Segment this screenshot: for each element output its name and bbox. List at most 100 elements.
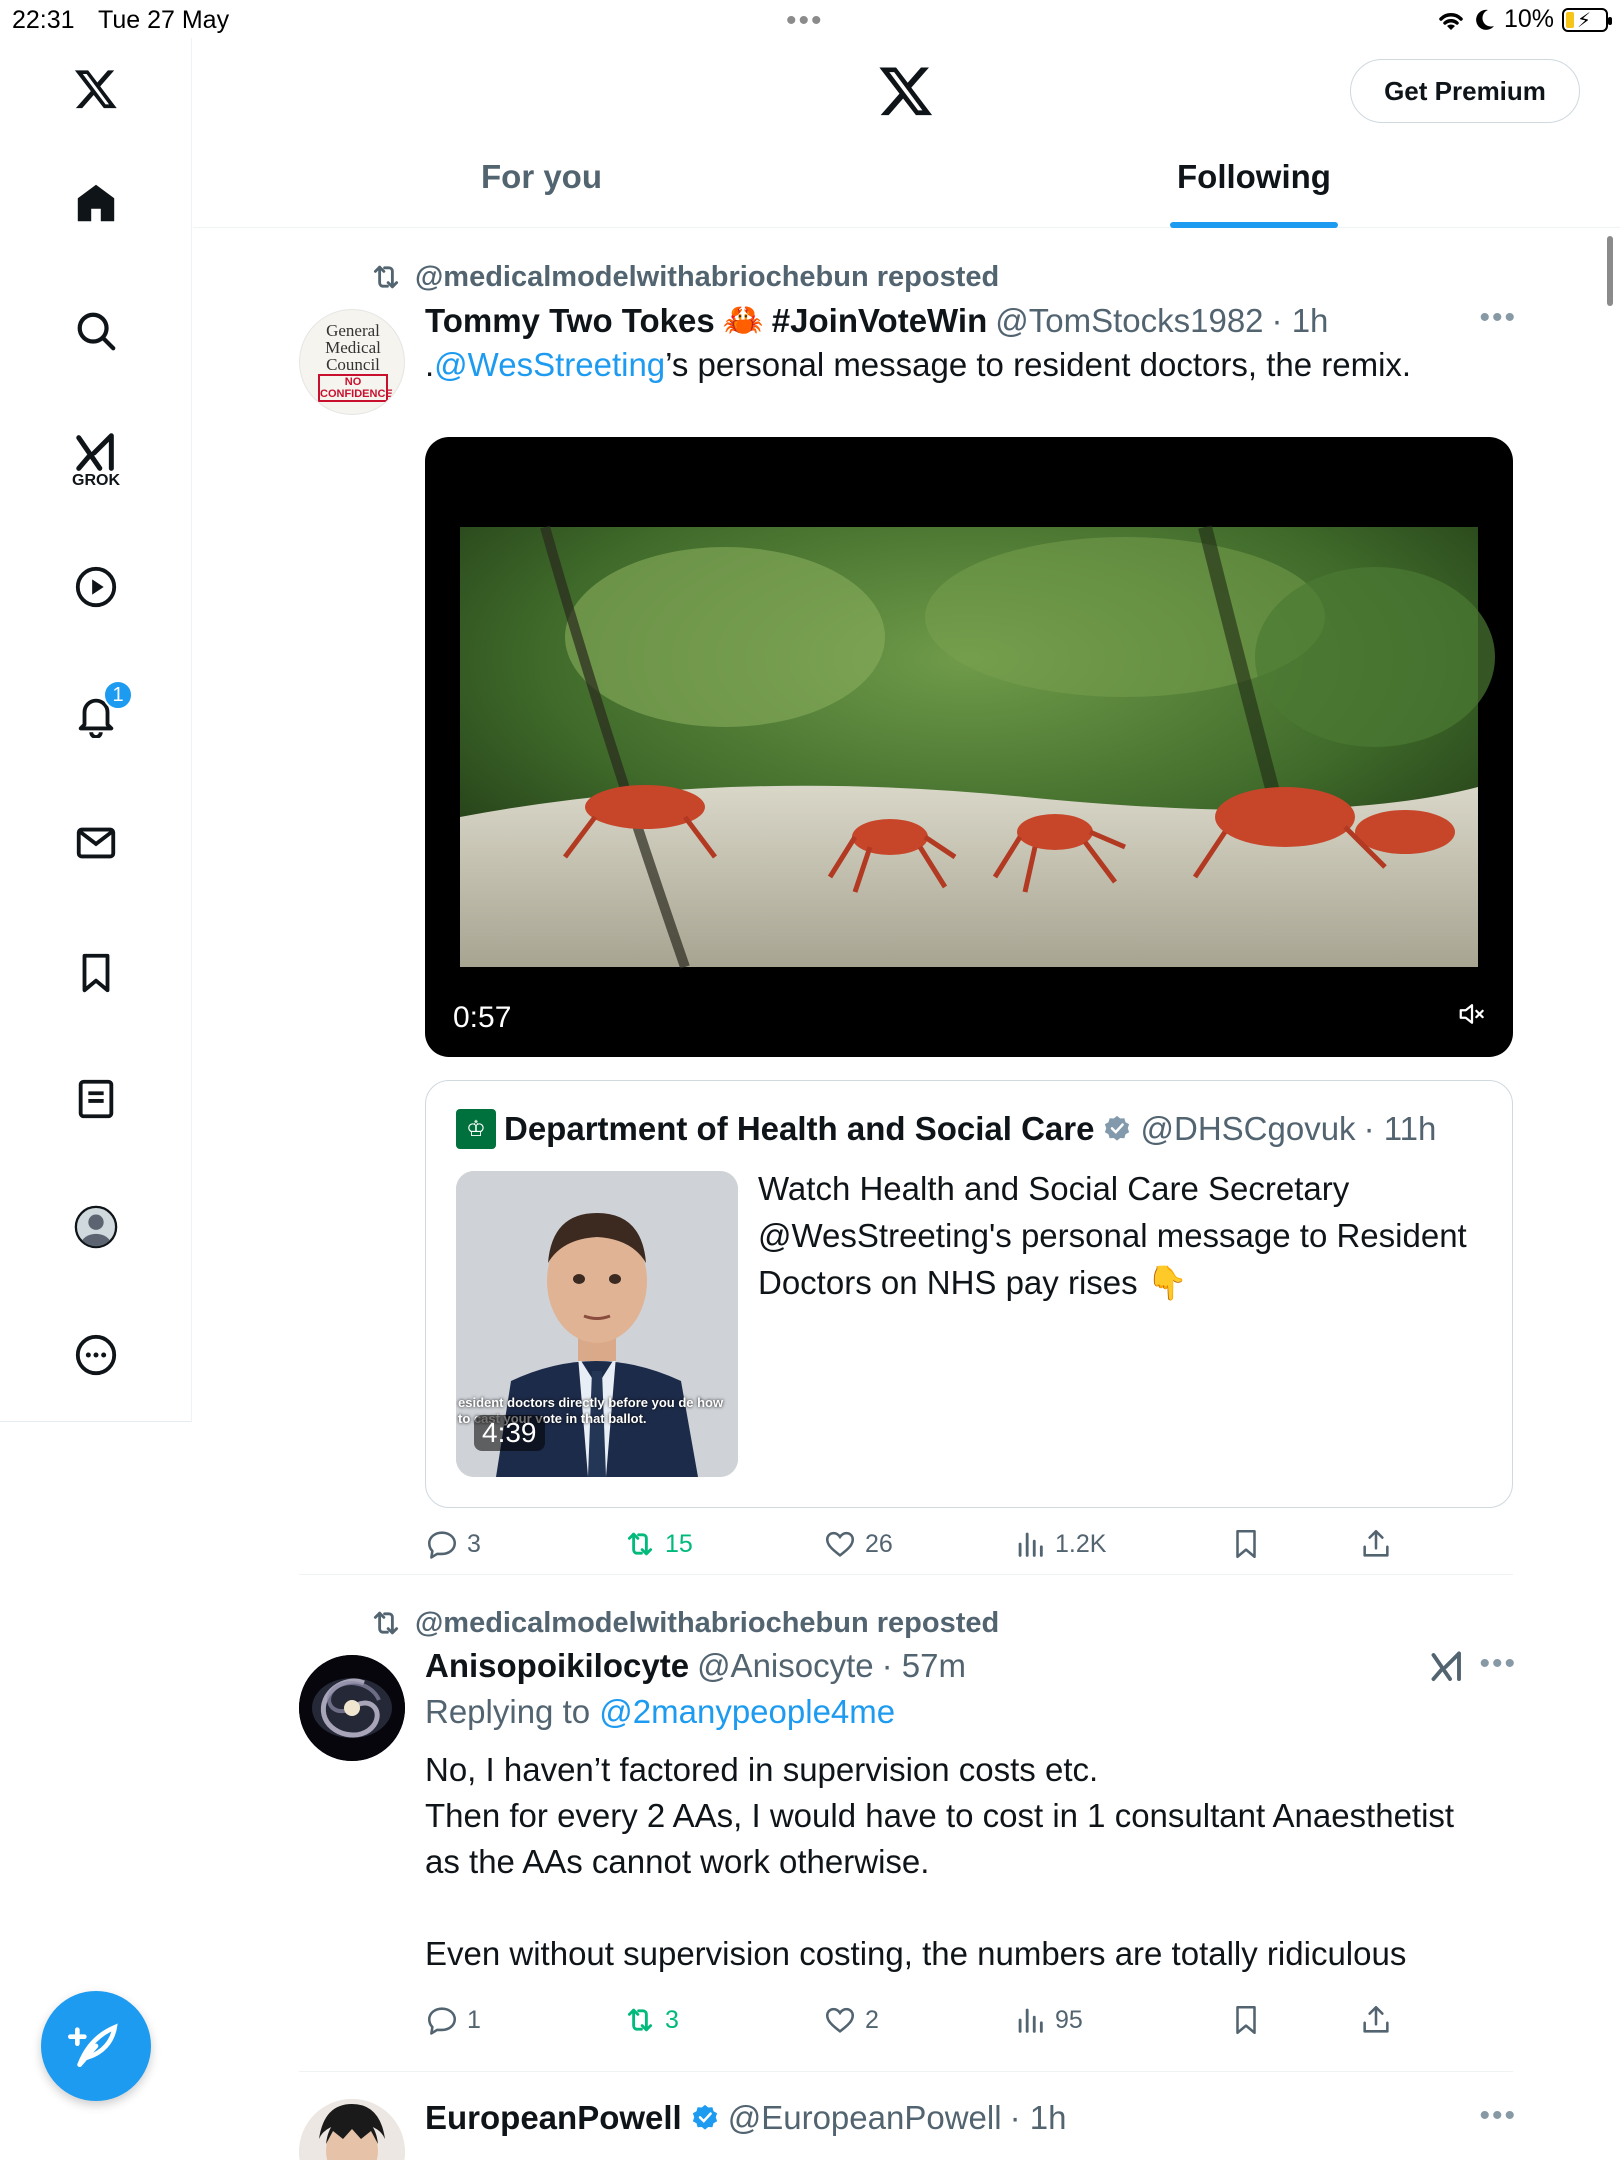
- sidebar-nav: GROK 1: [0, 38, 192, 1422]
- sidebar-item-search[interactable]: [71, 306, 121, 356]
- replying-to-link[interactable]: @2manypeople4me: [599, 1693, 895, 1730]
- grok-icon[interactable]: [1429, 1649, 1465, 1685]
- reply-button[interactable]: 1: [425, 2003, 481, 2037]
- dhsc-crest-icon: ♔: [456, 1109, 496, 1149]
- crab-emoji: 🦀: [722, 301, 764, 338]
- like-count: 2: [865, 2005, 879, 2034]
- repost-icon: [627, 2008, 653, 2032]
- grok-label: GROK: [72, 472, 120, 489]
- battery-icon: ⚡: [1562, 7, 1612, 32]
- views-button[interactable]: 1.2K: [1013, 1527, 1106, 1561]
- sidebar-item-x-logo[interactable]: [71, 64, 121, 114]
- tweet-time[interactable]: · 57m: [882, 1647, 966, 1685]
- avatar-text: Medical: [325, 338, 381, 357]
- analytics-icon: [1018, 1532, 1043, 1557]
- video-frame-crabs: [460, 525, 1495, 969]
- top-header: Get Premium For you Following: [193, 38, 1620, 228]
- status-bar: 22:31 Tue 27 May ••• 10% ⚡: [0, 0, 1620, 38]
- author-handle[interactable]: @TomStocks1982: [995, 302, 1263, 340]
- tweet-text-line: as the AAs cannot work otherwise.: [425, 1843, 930, 1880]
- more-options-icon[interactable]: •••: [1479, 1647, 1517, 1681]
- author-name[interactable]: Anisopoikilocyte: [425, 1647, 689, 1685]
- tweet[interactable]: @medicalmodelwithabriochebun reposted An…: [299, 1595, 1517, 2035]
- tab-following[interactable]: Following: [1177, 158, 1331, 196]
- author-name[interactable]: EuropeanPowell: [425, 2099, 682, 2137]
- bookmark-button[interactable]: [1229, 2003, 1263, 2037]
- like-button[interactable]: 26: [823, 1527, 893, 1561]
- author-name[interactable]: Tommy Two Tokes: [425, 302, 715, 340]
- repost-icon: [373, 1611, 399, 1635]
- share-icon: [1363, 1529, 1389, 1557]
- avatar[interactable]: [299, 2099, 405, 2160]
- sidebar-item-grok[interactable]: GROK: [71, 428, 121, 489]
- mention-link[interactable]: @WesStreeting: [434, 346, 665, 383]
- tweet-text-rest: ’s personal message to resident doctors,…: [665, 346, 1412, 383]
- compose-button[interactable]: [41, 1991, 151, 2101]
- bookmark-icon: [82, 953, 110, 993]
- sidebar-item-video[interactable]: [71, 562, 121, 612]
- status-right: 10% ⚡: [1436, 5, 1612, 34]
- repost-button[interactable]: 15: [623, 1527, 693, 1561]
- share-button[interactable]: [1359, 2003, 1393, 2037]
- verified-badge-icon: [1105, 1115, 1130, 1141]
- tweet-text-line: [425, 1885, 1517, 1931]
- tweet-time[interactable]: · 1h: [1272, 302, 1329, 340]
- quote-header: ♔ Department of Health and Social Care @…: [456, 1109, 1436, 1149]
- tweet-actions: 3 15 26 1.2K: [425, 1527, 1425, 1567]
- author-handle[interactable]: @EuropeanPowell: [728, 2099, 1002, 2137]
- views-button[interactable]: 95: [1013, 2003, 1083, 2037]
- sidebar-item-messages[interactable]: [71, 818, 121, 868]
- x-logo-icon: [879, 67, 933, 116]
- tweet-actions: 1 3 2 95: [425, 2003, 1425, 2043]
- sidebar-item-profile[interactable]: [71, 1202, 121, 1252]
- share-button[interactable]: [1359, 1527, 1393, 1561]
- avatar[interactable]: [299, 1655, 405, 1761]
- pointing-down-emoji: 👇: [1146, 1264, 1188, 1301]
- active-tab-indicator: [1170, 222, 1338, 228]
- repost-button[interactable]: 3: [623, 2003, 679, 2037]
- compose-feather-icon: [68, 2023, 118, 2067]
- quote-text-body: Watch Health and Social Care Secretary @…: [758, 1170, 1467, 1301]
- heart-icon: [825, 1531, 855, 1557]
- battery-percent: 10%: [1503, 5, 1554, 33]
- galaxy-avatar-image: [299, 1655, 405, 1761]
- grok-icon: [76, 433, 114, 471]
- multitasking-dots-icon[interactable]: •••: [786, 4, 824, 38]
- share-icon: [1363, 2005, 1389, 2033]
- avatar[interactable]: General Medical Council NO CONFIDENCE: [299, 309, 405, 415]
- get-premium-button[interactable]: Get Premium: [1350, 59, 1580, 123]
- list-icon: [78, 1079, 114, 1119]
- quote-text: Watch Health and Social Care Secretary @…: [758, 1165, 1498, 1306]
- analytics-icon: [1018, 2008, 1043, 2033]
- replying-prefix: Replying to: [425, 1693, 591, 1730]
- bookmark-button[interactable]: [1229, 1527, 1263, 1561]
- video-player[interactable]: 0:57: [425, 437, 1513, 1057]
- more-options-icon[interactable]: •••: [1479, 301, 1517, 335]
- like-button[interactable]: 2: [823, 2003, 879, 2037]
- avatar-text: NO: [344, 376, 362, 388]
- avatar-text: General: [326, 321, 380, 340]
- sidebar-item-lists[interactable]: [71, 1074, 121, 1124]
- avatar-text: Council: [326, 355, 380, 374]
- author-handle[interactable]: @Anisocyte: [697, 1647, 874, 1685]
- tweet-time[interactable]: · 1h: [1010, 2099, 1067, 2137]
- sidebar-item-bookmarks[interactable]: [71, 948, 121, 998]
- repost-indicator: @medicalmodelwithabriochebun reposted: [369, 259, 999, 295]
- mail-icon: [76, 827, 116, 859]
- reply-icon: [427, 1531, 457, 1559]
- sidebar-item-more[interactable]: [71, 1330, 121, 1380]
- tab-for-you[interactable]: For you: [481, 158, 602, 196]
- sidebar-item-notifications[interactable]: 1: [71, 680, 133, 740]
- quoted-tweet[interactable]: ♔ Department of Health and Social Care @…: [425, 1080, 1513, 1508]
- wifi-icon: [1439, 12, 1463, 30]
- sidebar-item-home[interactable]: [71, 178, 121, 228]
- tweet-text: No, I haven’t factored in supervision co…: [425, 1747, 1517, 1977]
- repost-count: 15: [665, 1529, 693, 1558]
- reply-button[interactable]: 3: [425, 1527, 481, 1561]
- more-options-icon[interactable]: •••: [1479, 2099, 1517, 2133]
- tweet[interactable]: EuropeanPowell @EuropeanPowell · 1h •••: [299, 2099, 1517, 2160]
- tweet[interactable]: @medicalmodelwithabriochebun reposted Ge…: [299, 249, 1517, 1559]
- quote-video-thumbnail[interactable]: esident doctors directly before you de h…: [456, 1171, 738, 1477]
- view-count: 95: [1055, 2005, 1083, 2034]
- muted-speaker-icon[interactable]: [1457, 999, 1487, 1029]
